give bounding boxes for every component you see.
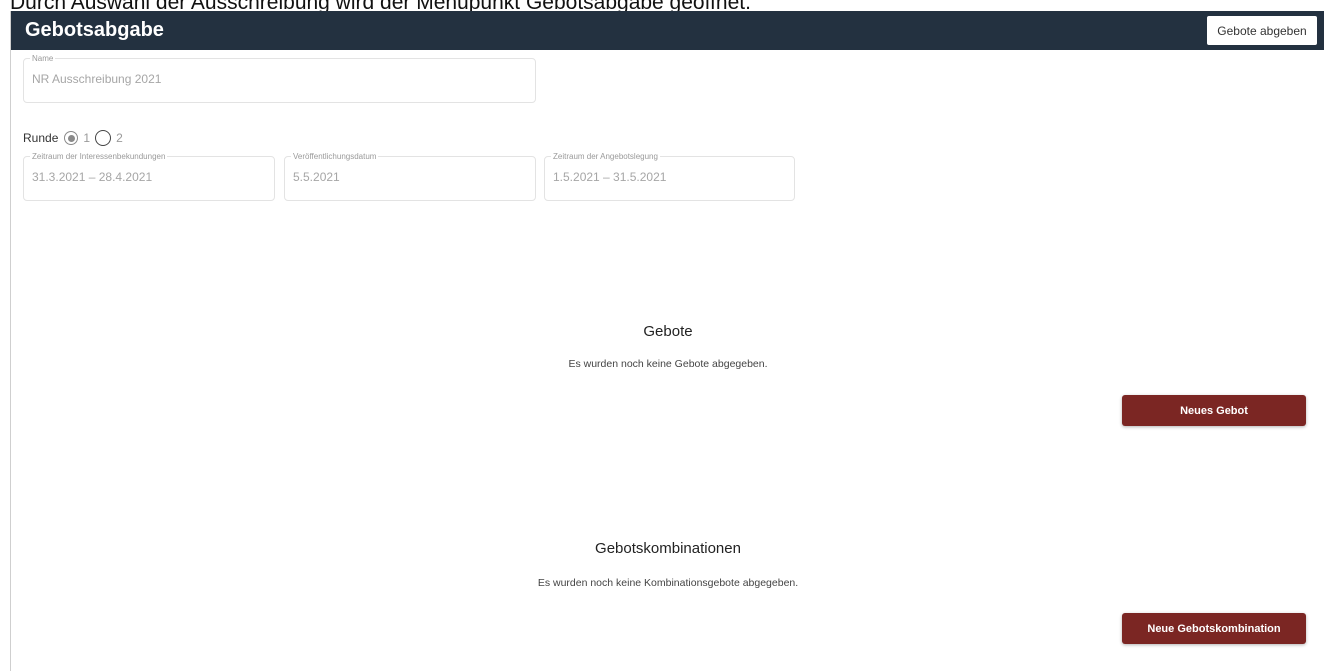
publication-date-value: 5.5.2021	[293, 170, 340, 184]
new-bid-button[interactable]: Neues Gebot	[1122, 395, 1306, 426]
interest-period-label: Zeitraum der Interessenbekundungen	[32, 152, 166, 161]
combinations-section-title: Gebotskombinationen	[595, 540, 741, 557]
new-combination-button[interactable]: Neue Gebotskombination	[1122, 613, 1306, 644]
interest-period-field[interactable]: Zeitraum der Interessenbekundungen 31.3.…	[23, 152, 275, 201]
name-field-value: NR Ausschreibung 2021	[32, 72, 162, 86]
round-1-radio[interactable]	[64, 131, 79, 145]
round-2-label: 2	[116, 131, 123, 145]
bids-section-title: Gebote	[643, 323, 693, 340]
combinations-empty-text: Es wurden noch keine Kombinationsgebote …	[537, 577, 799, 589]
offer-period-field[interactable]: Zeitraum der Angebotslegung 1.5.2021 – 3…	[544, 152, 795, 201]
submit-bids-button[interactable]: Gebote abgeben	[1207, 16, 1317, 45]
name-field[interactable]: Name NR Ausschreibung 2021	[23, 54, 536, 103]
publication-date-label: Veröffentlichungsdatum	[293, 152, 377, 161]
round-2-radio[interactable]	[95, 130, 112, 146]
name-field-label: Name	[32, 54, 54, 63]
publication-date-field[interactable]: Veröffentlichungsdatum 5.5.2021	[284, 152, 536, 201]
round-label: Runde	[23, 131, 59, 145]
top-bar: Gebotsabgabe Gebote abgeben	[11, 11, 1324, 50]
round-selector: Runde 1 2	[23, 128, 128, 148]
bids-empty-text: Es wurden noch keine Gebote abgegeben.	[568, 358, 768, 370]
round-1-label: 1	[83, 131, 91, 145]
page-title: Gebotsabgabe	[25, 19, 164, 41]
app-frame: Gebotsabgabe Gebote abgeben Name NR Auss…	[10, 11, 1324, 671]
interest-period-value: 31.3.2021 – 28.4.2021	[32, 170, 153, 184]
offer-period-label: Zeitraum der Angebotslegung	[553, 152, 658, 161]
offer-period-value: 1.5.2021 – 31.5.2021	[553, 170, 667, 184]
